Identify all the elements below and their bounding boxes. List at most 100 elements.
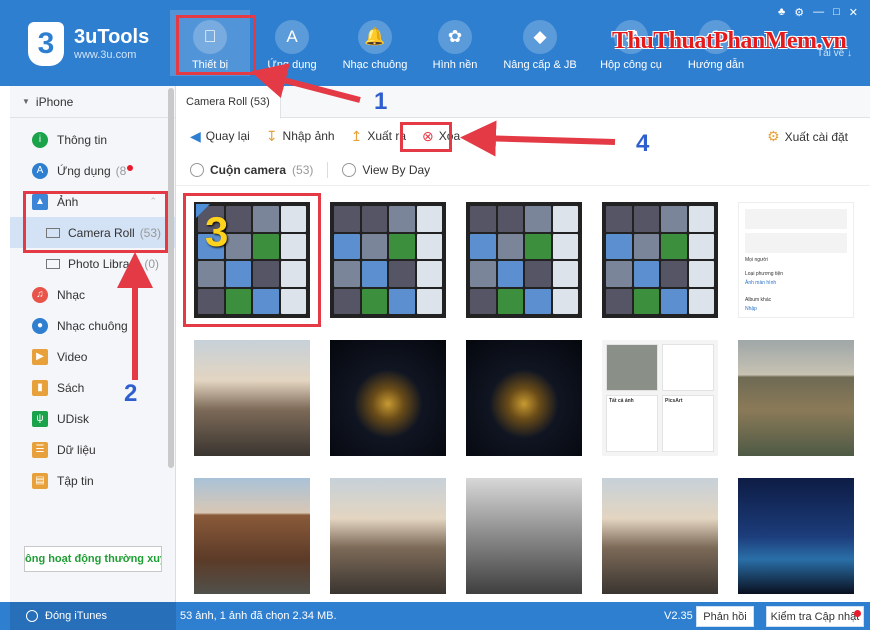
settings-row: Nhập	[745, 306, 757, 312]
filter-view-by-day[interactable]: View By Day	[342, 162, 430, 177]
sidebar-item-du-lieu[interactable]: ☰ Dữ liệu	[10, 434, 175, 465]
sidebar: ▼ iPhone i Thông tin A Ứng dụng (8 ▲ Ảnh…	[10, 86, 176, 602]
nav-label: Ứng dụng	[267, 59, 317, 71]
file-icon: ▤	[32, 472, 48, 489]
annotation-box-thumbnail	[183, 193, 321, 327]
photo-thumbnail[interactable]	[602, 202, 718, 318]
settings-section: Loại phương tiện	[745, 271, 784, 277]
device-header[interactable]: ▼ iPhone	[10, 86, 175, 118]
annotation-box-delete	[400, 122, 452, 152]
sidebar-item-nhac[interactable]: ♫ Nhạc	[10, 279, 175, 310]
close-itunes-button[interactable]: Đóng iTunes	[10, 602, 176, 630]
sidebar-item-label: Nhạc	[57, 287, 86, 302]
maximize-icon[interactable]: □	[833, 6, 840, 19]
sidebar-item-label: Ứng dụng	[57, 163, 111, 178]
annotation-box-device	[176, 15, 256, 75]
nav-nhac-chuong[interactable]: 🔔 Nhạc chuông	[334, 10, 416, 76]
photo-thumbnail[interactable]	[466, 478, 582, 594]
photo-thumbnail[interactable]	[330, 340, 446, 456]
photo-thumbnail[interactable]	[194, 340, 310, 456]
photo-thumbnail[interactable]	[194, 478, 310, 594]
divider	[327, 161, 329, 178]
version-label: V2.35	[664, 610, 693, 622]
export-icon: ↥	[350, 127, 363, 144]
app-name: 3uTools	[74, 26, 150, 48]
dropbox-icon: ◆	[523, 20, 557, 54]
check-update-button[interactable]: Kiểm tra Cập nhật	[766, 606, 864, 627]
header: 3 3uTools www.3u.com  Thiết bị A Ứng dụ…	[0, 0, 870, 86]
sidebar-item-nhac-chuong[interactable]: ● Nhạc chuông	[10, 310, 175, 341]
bell-icon: 🔔	[358, 20, 392, 54]
back-label: Quay lại	[205, 129, 250, 143]
annotation-number: 2	[124, 380, 138, 407]
nav-hinh-nen[interactable]: ✿ Hình nền	[416, 10, 494, 76]
album-label: Tất cả ảnh	[606, 395, 658, 452]
app-store-icon: A	[275, 20, 309, 54]
settings-icon[interactable]: ⚙	[794, 6, 804, 19]
filter-label: Cuộn camera	[210, 162, 287, 177]
photo-thumbnail[interactable]	[330, 478, 446, 594]
minimize-icon[interactable]: —	[813, 6, 824, 19]
nav-label: Hộp công cụ	[600, 59, 662, 71]
refresh-button[interactable]: ↻	[476, 128, 493, 145]
photo-thumbnail[interactable]: Mọi người Loại phương tiện Ảnh màn hình …	[738, 202, 854, 318]
sidebar-item-count: (0)	[144, 256, 160, 271]
import-icon: ↧	[265, 127, 278, 144]
sidebar-item-ung-dung[interactable]: A Ứng dụng (8	[10, 155, 175, 186]
radio-icon	[342, 162, 357, 177]
import-photo-button[interactable]: ↧ Nhập ảnh	[266, 128, 335, 145]
logo: 3 3uTools www.3u.com	[28, 22, 149, 66]
radio-icon	[190, 162, 204, 177]
sidebar-scrollbar[interactable]	[168, 88, 174, 468]
device-name: iPhone	[35, 94, 74, 109]
annotation-box-photos	[23, 191, 168, 253]
watermark: ThuThuatPhanMem.vn	[612, 28, 847, 54]
itunes-label: Đóng iTunes	[45, 610, 107, 622]
download-icon: ↓	[847, 48, 852, 59]
photo-thumbnail[interactable]	[738, 340, 854, 456]
info-icon: i	[32, 131, 48, 148]
data-icon: ☰	[32, 441, 48, 458]
sidebar-item-label: Photo Library	[68, 256, 140, 271]
filter-camera-roll[interactable]: Cuộn camera (53)	[190, 162, 314, 177]
feedback-button[interactable]: Phản hồi	[696, 606, 754, 627]
photo-thumbnail[interactable]	[330, 202, 446, 318]
circle-icon	[26, 610, 38, 622]
sidebar-item-label: Dữ liệu	[57, 442, 96, 457]
tab-camera-roll[interactable]: Camera Roll (53)	[176, 86, 281, 119]
app-site: www.3u.com	[74, 49, 137, 61]
sidebar-item-udisk[interactable]: ψ UDisk	[10, 403, 175, 434]
logo-mark-icon: 3	[28, 22, 64, 66]
album-label: PicsArt	[662, 395, 714, 452]
sidebar-item-tap-tin[interactable]: ▤ Tập tin	[10, 465, 175, 496]
skin-icon[interactable]: ♣	[778, 6, 785, 19]
sidebar-item-video[interactable]: ▶ Video	[10, 341, 175, 372]
gear-icon: ⚙	[767, 128, 780, 144]
photo-thumbnail[interactable]	[466, 340, 582, 456]
filter-count: (53)	[292, 162, 314, 177]
annotation-number: 1	[374, 88, 388, 115]
udisk-icon: ψ	[32, 410, 48, 427]
back-button[interactable]: ◀ Quay lại	[190, 128, 250, 145]
sidebar-item-label: Video	[57, 349, 88, 364]
export-button[interactable]: ↥ Xuất ra	[351, 128, 406, 145]
status-info: 53 ảnh, 1 ảnh đã chọn 2.34 MB.	[180, 610, 337, 622]
notification-dot	[127, 164, 134, 171]
close-icon[interactable]: ✕	[849, 6, 858, 19]
photo-thumbnail[interactable]	[466, 202, 582, 318]
nav-label: Hình nền	[432, 59, 478, 71]
ad-banner[interactable]: ông hoạt động thường xuyê	[24, 546, 162, 572]
sidebar-item-label: Thông tin	[57, 132, 108, 147]
nav-label: Hướng dẫn	[687, 59, 745, 71]
photo-thumbnail[interactable]	[738, 478, 854, 594]
sidebar-item-thong-tin[interactable]: i Thông tin	[10, 124, 175, 155]
view-filters: Cuộn camera (53) View By Day	[176, 154, 870, 186]
export-settings-button[interactable]: ⚙ Xuất cài đặt	[767, 128, 848, 145]
photo-thumbnail[interactable]: Tất cả ảnh PicsArt	[602, 340, 718, 456]
sidebar-item-sach[interactable]: ▮ Sách	[10, 372, 175, 403]
photo-thumbnail[interactable]	[602, 478, 718, 594]
sidebar-item-count: (8	[115, 163, 127, 178]
nav-nang-cap[interactable]: ◆ Nâng cấp & JB	[494, 10, 586, 76]
bell-icon: ●	[32, 317, 48, 334]
nav-ung-dung[interactable]: A Ứng dụng	[250, 10, 334, 76]
